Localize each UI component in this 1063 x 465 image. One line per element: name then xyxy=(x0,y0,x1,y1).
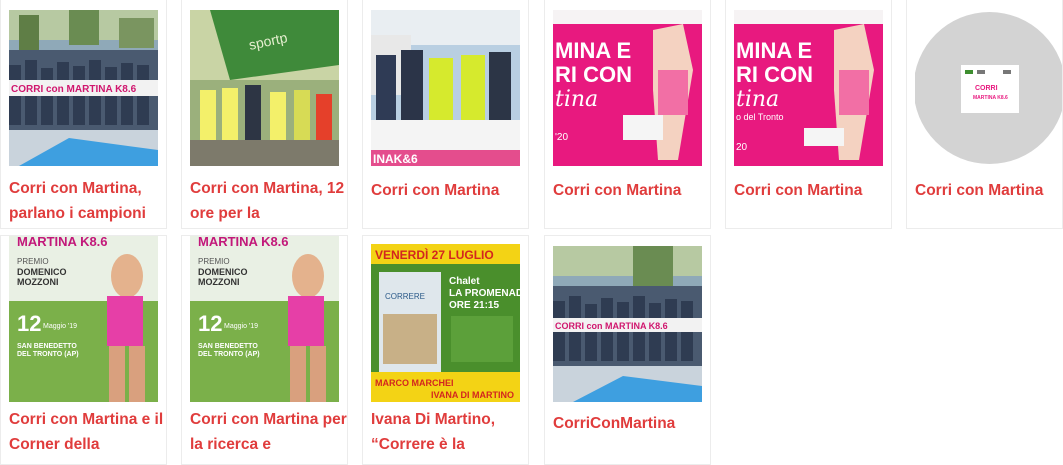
article-card-2[interactable]: sportp Corri con Martina, 12 ore per la xyxy=(181,0,348,229)
article-title-9[interactable]: Ivana Di Martino, “Correre è la xyxy=(371,407,528,457)
poster-author-2: IVANA DI MARTINO xyxy=(431,390,514,400)
poster-premio: PREMIO xyxy=(17,257,49,266)
article-title-7[interactable]: Corri con Martina e il Corner della xyxy=(9,407,166,457)
poster-line-2: RI CON xyxy=(736,62,813,87)
article-title-1[interactable]: Corri con Martina, parlano i campioni xyxy=(9,176,166,226)
poster-top: MARTINA K8.6 xyxy=(17,236,108,249)
logo-text-1: CORRI xyxy=(975,85,998,92)
poster-name-2: MOZZONI xyxy=(17,277,59,287)
poster-line-3: tina xyxy=(736,87,779,112)
article-thumbnail-4[interactable]: MINA E RI CON tina '20 xyxy=(553,10,702,166)
banner-text: CORRI con MARTINA K8.6 xyxy=(555,321,668,331)
article-thumbnail-3[interactable]: INAK&6 xyxy=(371,10,520,166)
book-title: CORRERE xyxy=(385,292,425,301)
article-card-7[interactable]: MARTINA K8.6 PREMIO DOMENICO MOZZONI 12 … xyxy=(0,235,167,465)
logo-text-2: MARTINA K8.6 xyxy=(973,95,1008,101)
poster-day: 12 xyxy=(17,311,41,336)
article-title-5[interactable]: Corri con Martina xyxy=(734,178,891,203)
article-thumbnail-10[interactable]: CORRI con MARTINA K8.6 xyxy=(553,246,702,402)
article-thumbnail-1[interactable]: CORRI con MARTINA K8.6 xyxy=(9,10,158,166)
poster-line-2: RI CON xyxy=(555,62,632,87)
poster-name-1: DOMENICO xyxy=(198,267,248,277)
article-title-6[interactable]: Corri con Martina xyxy=(915,178,1062,203)
poster-subtitle: o del Tronto xyxy=(736,112,784,122)
article-card-10[interactable]: CORRI con MARTINA K8.6 CorriConMartina xyxy=(544,235,711,465)
article-title-2[interactable]: Corri con Martina, 12 ore per la xyxy=(190,176,347,226)
poster-place-2: DEL TRONTO (AP) xyxy=(198,351,260,358)
article-title-10[interactable]: CorriConMartina xyxy=(553,411,710,436)
poster-year: '20 xyxy=(555,132,568,143)
article-card-3[interactable]: INAK&6 Corri con Martina xyxy=(362,0,529,229)
article-thumbnail-5[interactable]: MINA E RI CON tina o del Tronto 20 xyxy=(734,10,883,166)
article-card-1[interactable]: CORRI con MARTINA K8.6 Corri con Martina… xyxy=(0,0,167,229)
poster-name-1: DOMENICO xyxy=(17,267,67,277)
article-thumbnail-2[interactable]: sportp xyxy=(190,10,339,166)
poster-line-1: Chalet xyxy=(449,276,480,287)
article-card-5[interactable]: MINA E RI CON tina o del Tronto 20 Corri… xyxy=(725,0,892,229)
banner-text: INAK&6 xyxy=(373,152,418,166)
article-thumbnail-7[interactable]: MARTINA K8.6 PREMIO DOMENICO MOZZONI 12 … xyxy=(9,236,158,402)
article-grid: CORRI con MARTINA K8.6 Corri con Martina… xyxy=(0,0,1063,465)
poster-line-1: MINA E xyxy=(736,38,812,63)
poster-line-3: ORE 21:15 xyxy=(449,300,499,311)
poster-year: 20 xyxy=(736,142,748,153)
article-card-8[interactable]: MARTINA K8.6 PREMIO DOMENICO MOZZONI 12 … xyxy=(181,235,348,465)
poster-line-1: MINA E xyxy=(555,38,631,63)
poster-name-2: MOZZONI xyxy=(198,277,240,287)
poster-place-1: SAN BENEDETTO xyxy=(17,343,77,350)
poster-month: Maggio '19 xyxy=(224,323,258,330)
poster-month: Maggio '19 xyxy=(43,323,77,330)
poster-premio: PREMIO xyxy=(198,257,230,266)
article-card-9[interactable]: VENERDÌ 27 LUGLIO Chalet LA PROMENADE OR… xyxy=(362,235,529,465)
poster-place-1: SAN BENEDETTO xyxy=(198,343,258,350)
poster-top: MARTINA K8.6 xyxy=(198,236,289,249)
article-title-3[interactable]: Corri con Martina xyxy=(371,178,528,203)
article-title-4[interactable]: Corri con Martina xyxy=(553,178,710,203)
article-card-6[interactable]: CORRI MARTINA K8.6 Corri con Martina xyxy=(906,0,1063,229)
poster-author-1: MARCO MARCHEI xyxy=(375,378,454,388)
article-title-8[interactable]: Corri con Martina per la ricerca e xyxy=(190,407,347,457)
article-thumbnail-8[interactable]: MARTINA K8.6 PREMIO DOMENICO MOZZONI 12 … xyxy=(190,236,339,402)
poster-place-2: DEL TRONTO (AP) xyxy=(17,351,79,358)
poster-header: VENERDÌ 27 LUGLIO xyxy=(375,247,494,262)
article-card-4[interactable]: MINA E RI CON tina '20 Corri con Martina xyxy=(544,0,711,229)
poster-day: 12 xyxy=(198,311,222,336)
poster-line-3: tina xyxy=(555,87,598,112)
banner-text: CORRI con MARTINA K8.6 xyxy=(11,84,137,95)
article-thumbnail-9[interactable]: VENERDÌ 27 LUGLIO Chalet LA PROMENADE OR… xyxy=(371,244,520,402)
poster-line-2: LA PROMENADE xyxy=(449,288,520,299)
article-thumbnail-6[interactable]: CORRI MARTINA K8.6 xyxy=(915,10,1062,166)
